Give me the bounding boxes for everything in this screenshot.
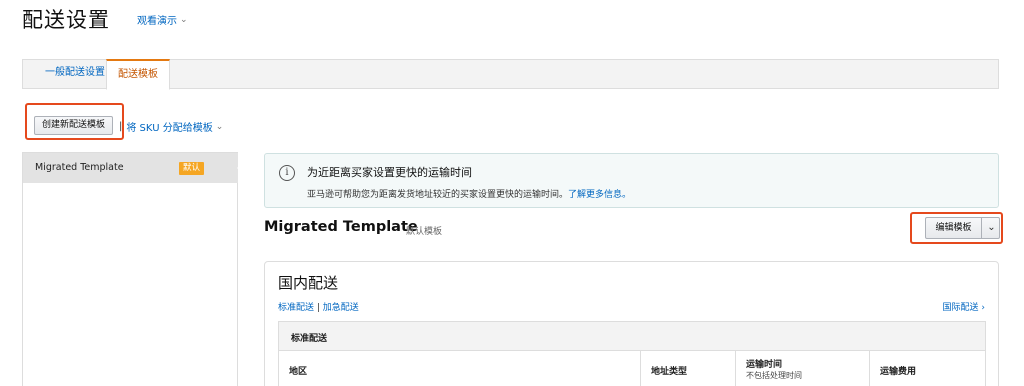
tab-shipping-templates[interactable]: 配送模板 — [106, 59, 170, 90]
info-banner: i 为近距离买家设置更快的运输时间 亚马逊可帮助您为距离发货地址较近的买家设置更… — [264, 153, 999, 208]
standard-shipping-table: 标准配送 地区 地址类型 运输时间 不包括处理时间 运输费用 — [278, 321, 986, 386]
standard-shipping-link[interactable]: 标准配送 — [278, 303, 314, 313]
selected-pointer — [237, 159, 247, 177]
template-list-item[interactable]: Migrated Template 默认 — [23, 153, 247, 183]
domestic-title: 国内配送 — [278, 274, 339, 292]
info-title: 为近距离买家设置更快的运输时间 — [307, 166, 472, 179]
info-body-text: 亚马逊可帮助您为距离发货地址较近的买家设置更快的运输时间。 — [307, 190, 569, 200]
tab-bar: 一般配送设置 配送模板 — [22, 59, 999, 90]
highlight-create-button — [25, 103, 124, 140]
domestic-shipping-section: 国内配送 标准配送 | 加急配送 国际配送 › 标准配送 地区 地址类型 运输时… — [264, 261, 999, 386]
template-list: Migrated Template 默认 — [22, 152, 247, 386]
info-body: 亚马逊可帮助您为距离发货地址较近的买家设置更快的运输时间。了解更多信息。 — [307, 187, 631, 200]
column-transit-time: 运输时间 不包括处理时间 — [736, 351, 870, 386]
chevron-down-icon: ⌄ — [215, 121, 224, 132]
assign-sku-link[interactable]: | 将 SKU 分配给模板 ⌄ — [119, 119, 223, 134]
column-label: 运输时间 — [746, 360, 783, 370]
column-label: 地区 — [289, 367, 308, 377]
tab-general-shipping[interactable]: 一般配送设置 — [37, 59, 113, 89]
shipping-type-links: 标准配送 | 加急配送 — [278, 300, 359, 313]
table-title-row: 标准配送 — [279, 322, 985, 351]
column-note: 不包括处理时间 — [746, 371, 802, 380]
highlight-edit-button — [910, 212, 1003, 244]
column-shipping-fee: 运输费用 — [870, 351, 985, 386]
column-address-type: 地址类型 — [641, 351, 736, 386]
chevron-down-icon: ⌄ — [180, 14, 188, 25]
template-default-label: 默认模板 — [406, 227, 443, 237]
table-title: 标准配送 — [291, 334, 328, 344]
template-name: Migrated Template — [264, 219, 418, 235]
column-region: 地区 — [279, 351, 641, 386]
separator: | — [119, 121, 123, 132]
template-list-item-name: Migrated Template — [35, 162, 124, 173]
assign-sku-label: 将 SKU 分配给模板 — [126, 123, 213, 134]
column-label: 地址类型 — [651, 367, 688, 377]
watch-demo-label: 观看演示 — [137, 16, 177, 27]
column-label: 运输费用 — [880, 367, 917, 377]
expedited-shipping-link[interactable]: 加急配送 — [323, 303, 359, 313]
watch-demo-link[interactable]: 观看演示 ⌄ — [137, 12, 188, 28]
info-icon: i — [279, 165, 295, 181]
page-title: 配送设置 — [22, 8, 110, 32]
default-badge: 默认 — [179, 162, 205, 175]
learn-more-link[interactable]: 了解更多信息。 — [568, 190, 631, 200]
international-shipping-link[interactable]: 国际配送 › — [943, 300, 985, 313]
